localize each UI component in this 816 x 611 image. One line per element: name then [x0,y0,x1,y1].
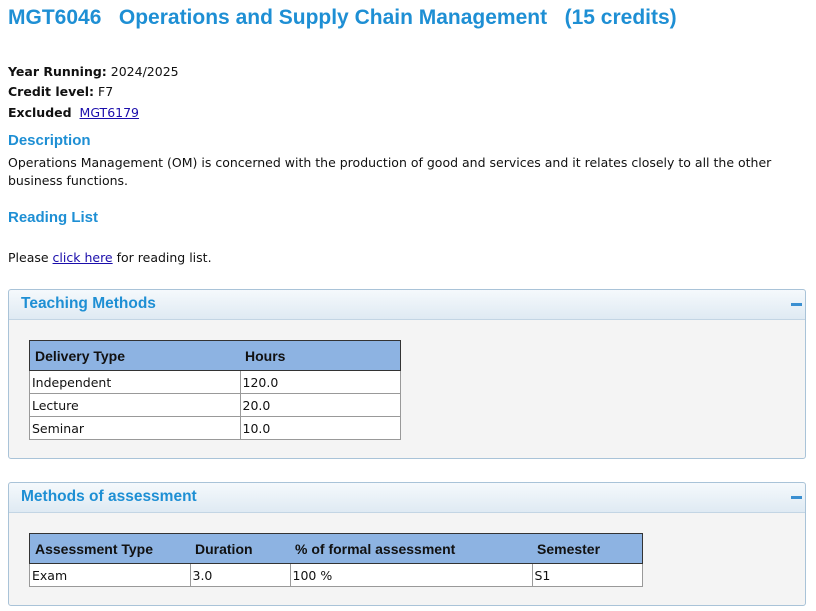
credit-level-label: Credit level: [8,84,95,99]
assessment-title: Methods of assessment [21,488,197,505]
assessment-header[interactable]: Methods of assessment [9,483,805,513]
excluded-module-link[interactable]: MGT6179 [80,105,139,120]
description-heading: Description [8,132,91,149]
table-header-row: Delivery Type Hours [29,340,401,371]
description-text: Operations Management (OM) is concerned … [8,155,772,188]
column-header: Assessment Type [29,533,190,564]
table-cell: 100 % [289,563,533,587]
teaching-methods-header[interactable]: Teaching Methods [9,290,805,320]
table-row: Seminar 10.0 [29,416,401,440]
excluded-label: Excluded [8,105,72,120]
column-header: Hours [240,340,401,371]
table-cell: Independent [29,370,241,394]
column-header: Duration [190,533,290,564]
page-title: MGT6046 Operations and Supply Chain Mana… [8,6,677,29]
table-cell: Exam [29,563,191,587]
table-cell: 20.0 [239,393,401,417]
table-cell: 3.0 [189,563,291,587]
excluded-row: Excluded MGT6179 [8,105,139,120]
table-cell: 120.0 [239,370,401,394]
table-row: Lecture 20.0 [29,393,401,417]
year-running-row: Year Running: 2024/2025 [8,64,179,79]
year-running-value: 2024/2025 [110,64,179,79]
column-header: % of formal assessment [290,533,532,564]
reading-list-line: Please click here for reading list. [8,250,212,265]
assessment-panel: Methods of assessment Assessment Type Du… [8,482,806,606]
column-header: Semester [532,533,643,564]
assessment-table: Assessment Type Duration % of formal ass… [29,533,643,587]
teaching-methods-title: Teaching Methods [21,295,156,312]
table-row: Independent 120.0 [29,370,401,394]
table-header-row: Assessment Type Duration % of formal ass… [29,533,643,564]
table-cell: S1 [531,563,643,587]
credit-level-value: F7 [98,84,114,99]
reading-list-link[interactable]: click here [53,250,113,265]
minus-icon[interactable] [791,496,802,499]
year-running-label: Year Running: [8,64,107,79]
credit-level-row: Credit level: F7 [8,84,113,99]
reading-prefix: Please [8,250,53,265]
table-row: Exam 3.0 100 % S1 [29,563,643,587]
column-header: Delivery Type [29,340,240,371]
table-cell: Lecture [29,393,241,417]
table-cell: 10.0 [239,416,401,440]
teaching-methods-panel: Teaching Methods Delivery Type Hours Ind… [8,289,806,459]
teaching-methods-table: Delivery Type Hours Independent 120.0 Le… [29,340,401,440]
reading-list-heading: Reading List [8,209,99,226]
reading-suffix: for reading list. [112,250,212,265]
minus-icon[interactable] [791,303,802,306]
table-cell: Seminar [29,416,241,440]
